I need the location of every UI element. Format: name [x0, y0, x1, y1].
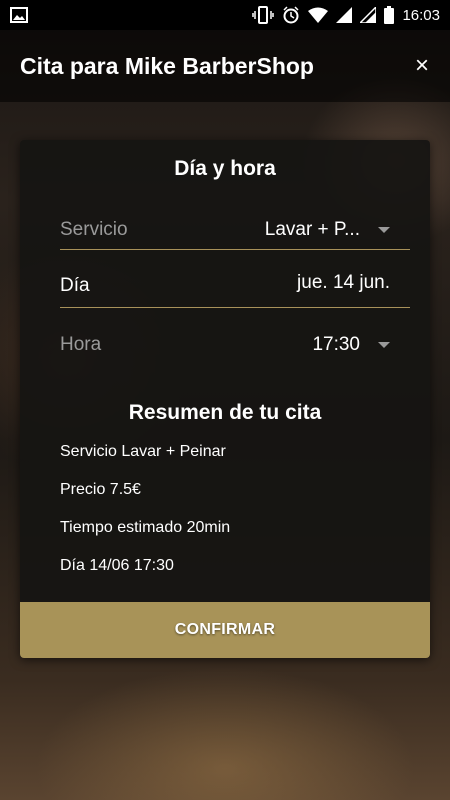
summary-tiempo: Tiempo estimado 20min	[60, 519, 231, 536]
servicio-label: Servicio	[60, 219, 128, 240]
hora-value: 17:30	[312, 334, 360, 355]
dia-divider	[60, 307, 410, 308]
summary-title: Resumen de tu cita	[128, 401, 322, 424]
vibrate-icon	[252, 6, 275, 24]
app-bar: Cita para Mike BarberShop ×	[0, 30, 450, 102]
dia-value: jue. 14 jun.	[297, 272, 390, 293]
servicio-dropdown[interactable]: Servicio Lavar + P...	[60, 210, 390, 250]
summary-dia: Día 14/06 17:30	[60, 557, 174, 574]
hora-dropdown[interactable]: Hora 17:30	[60, 325, 390, 365]
appointment-card: Día y hora Servicio Lavar + P... Día jue…	[20, 140, 430, 658]
image-notification-icon	[10, 7, 28, 23]
servicio-value: Lavar + P...	[264, 219, 360, 240]
battery-icon	[384, 6, 395, 24]
hora-label: Hora	[60, 334, 102, 355]
status-bar: 16:03	[0, 0, 450, 30]
wifi-icon	[308, 7, 329, 23]
signal-2-icon	[360, 7, 377, 23]
dia-picker[interactable]: Día jue. 14 jun.	[60, 266, 390, 306]
dropdown-arrow-icon	[378, 227, 390, 233]
page-title: Cita para Mike BarberShop	[20, 52, 314, 79]
summary-precio: Precio 7.5€	[60, 481, 141, 498]
close-icon[interactable]: ×	[408, 52, 436, 80]
signal-icon	[336, 7, 353, 23]
confirm-button[interactable]: CONFIRMAR	[20, 602, 430, 658]
status-time: 16:03	[402, 6, 440, 24]
servicio-divider	[60, 249, 410, 250]
alarm-icon	[282, 6, 300, 24]
summary-servicio: Servicio Lavar + Peinar	[60, 443, 226, 460]
dropdown-arrow-icon	[378, 342, 390, 348]
dia-label: Día	[60, 275, 90, 296]
card-title: Día y hora	[174, 157, 276, 180]
